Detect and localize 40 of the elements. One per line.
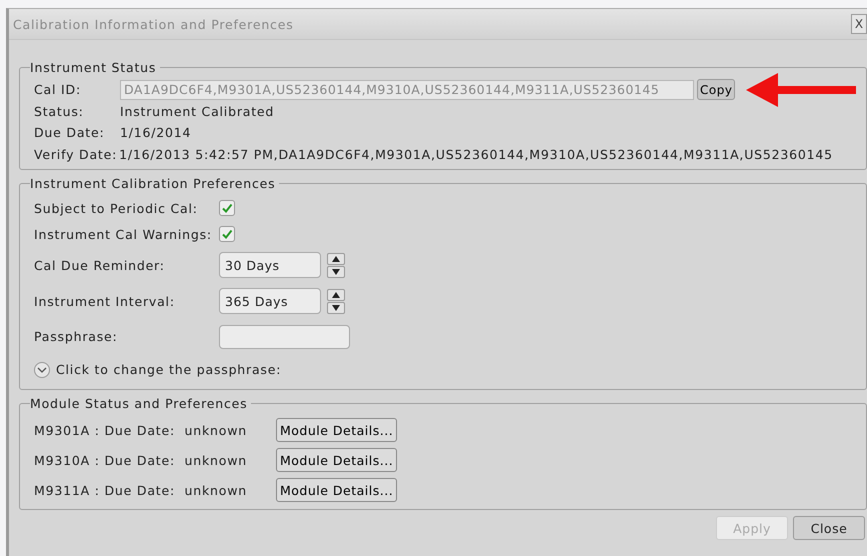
module-details-button[interactable]: Module Details... [276, 478, 398, 502]
module-due-date: M9310A : Due Date: unknown [34, 452, 248, 468]
field-label: Instrument Cal Warnings: [34, 226, 213, 242]
caret-up-icon [332, 256, 340, 262]
group-title: Module Status and Preferences [30, 396, 248, 411]
module-due-date: M9301A : Due Date: unknown [34, 422, 248, 438]
spin-down-button[interactable] [327, 302, 345, 314]
group-title: Instrument Status [30, 60, 158, 75]
module-due-date: M9311A : Due Date: unknown [34, 482, 248, 498]
window-title: Calibration Information and Preferences [12, 16, 294, 32]
field-label: Cal Due Reminder: [34, 258, 166, 272]
passphrase-field[interactable] [219, 324, 350, 348]
field-label: Status: [34, 104, 85, 119]
dialog-button[interactable]: Close [793, 516, 865, 540]
module-details-button[interactable]: Module Details... [276, 448, 398, 472]
spin-down-button[interactable] [327, 266, 345, 278]
module-details-button[interactable]: Module Details... [276, 418, 398, 442]
spin-up-button[interactable] [327, 252, 345, 264]
spin-up-button[interactable] [327, 288, 345, 300]
window-close-button[interactable]: X [851, 14, 867, 34]
checkbox[interactable] [219, 226, 235, 242]
field-label: Verify Date: [34, 146, 118, 162]
expand-icon[interactable] [34, 362, 50, 378]
group-title: Instrument Calibration Preferences [30, 176, 276, 191]
copy-button[interactable]: Copy [697, 79, 736, 100]
field-label: Subject to Periodic Cal: [34, 200, 199, 216]
checkbox[interactable] [219, 200, 235, 216]
field-value: 1/16/2014 [120, 125, 192, 140]
spin-field[interactable]: 30 Days [219, 252, 321, 278]
expander-label[interactable]: Click to change the passphrase: [56, 362, 282, 377]
caret-down-icon [332, 304, 340, 310]
field-label: Passphrase: [34, 329, 119, 344]
spin-field[interactable]: 365 Days [219, 288, 321, 314]
field-value: Instrument Calibrated [120, 104, 274, 119]
field-label: Due Date: [34, 125, 106, 140]
caret-up-icon [332, 292, 340, 298]
field-value: 1/16/2013 5:42:57 PM,DA1A9DC6F4,M9301A,US52360144,M9310A,US52360144,M9311A,US52360145 [119, 146, 833, 162]
field-label: Cal ID: [34, 82, 82, 98]
field-label: Instrument Interval: [34, 294, 176, 308]
caret-down-icon [332, 268, 340, 274]
